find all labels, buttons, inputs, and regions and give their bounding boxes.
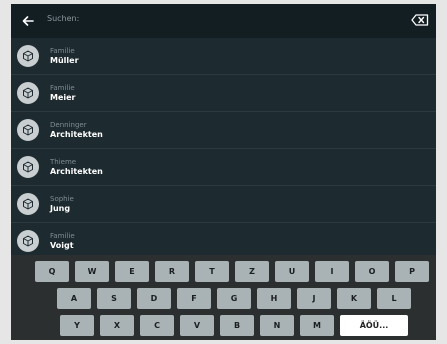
contact-first-name: Denninger (50, 121, 87, 129)
key-y[interactable]: Y (60, 315, 94, 336)
avatar (17, 82, 39, 104)
list-item[interactable]: Familie Müller (11, 38, 436, 75)
key-t[interactable]: T (195, 261, 229, 282)
list-item[interactable]: Familie Meier (11, 75, 436, 112)
key-p[interactable]: P (395, 261, 429, 282)
key-z[interactable]: Z (235, 261, 269, 282)
key-k[interactable]: K (337, 288, 371, 309)
key-a[interactable]: A (57, 288, 91, 309)
backspace-icon (411, 14, 429, 26)
contact-last-name: Architekten (50, 167, 103, 176)
key-l[interactable]: L (377, 288, 411, 309)
contact-last-name: Jung (50, 204, 71, 213)
key-i[interactable]: I (315, 261, 349, 282)
key-m[interactable]: M (300, 315, 334, 336)
key-f[interactable]: F (177, 288, 211, 309)
key-r[interactable]: R (155, 261, 189, 282)
key-u[interactable]: U (275, 261, 309, 282)
list-item[interactable]: Sophie Jung (11, 186, 436, 223)
contact-last-name: Architekten (50, 130, 103, 139)
back-button[interactable] (17, 11, 39, 31)
avatar (17, 230, 39, 252)
contact-list: Familie Müller Familie Meier Denninger A… (11, 38, 436, 259)
clear-button[interactable] (409, 12, 431, 28)
contact-first-name: Sophie (50, 195, 74, 203)
key-x[interactable]: X (100, 315, 134, 336)
list-item[interactable]: Thieme Architekten (11, 149, 436, 186)
arrow-left-icon (22, 16, 34, 26)
cube-icon (23, 87, 33, 99)
avatar (17, 119, 39, 141)
key-o[interactable]: O (355, 261, 389, 282)
key-h[interactable]: H (257, 288, 291, 309)
umlaut-key[interactable]: ÄÖÜ... (340, 315, 408, 336)
contact-first-name: Familie (50, 47, 75, 55)
contact-last-name: Müller (50, 56, 79, 65)
key-n[interactable]: N (260, 315, 294, 336)
cube-icon (23, 124, 33, 136)
app-screen: Suchen: Familie Müller Familie Meier Den… (11, 4, 436, 340)
key-v[interactable]: V (180, 315, 214, 336)
key-q[interactable]: Q (35, 261, 69, 282)
contact-last-name: Voigt (50, 241, 74, 250)
avatar (17, 45, 39, 67)
search-input[interactable]: Suchen: (47, 14, 79, 23)
key-e[interactable]: E (115, 261, 149, 282)
cube-icon (23, 161, 33, 173)
contact-last-name: Meier (50, 93, 76, 102)
cube-icon (23, 50, 33, 62)
avatar (17, 156, 39, 178)
key-d[interactable]: D (137, 288, 171, 309)
list-item[interactable]: Familie Voigt (11, 223, 436, 259)
key-c[interactable]: C (140, 315, 174, 336)
key-w[interactable]: W (75, 261, 109, 282)
avatar (17, 193, 39, 215)
cube-icon (23, 235, 33, 247)
contact-first-name: Familie (50, 84, 75, 92)
on-screen-keyboard: Q W E R T Z U I O P A S D F G H J K L Y … (11, 255, 436, 340)
key-b[interactable]: B (220, 315, 254, 336)
contact-first-name: Familie (50, 232, 75, 240)
key-s[interactable]: S (97, 288, 131, 309)
search-bar: Suchen: (11, 4, 436, 38)
cube-icon (23, 198, 33, 210)
key-g[interactable]: G (217, 288, 251, 309)
contact-first-name: Thieme (50, 158, 77, 166)
key-j[interactable]: J (297, 288, 331, 309)
list-item[interactable]: Denninger Architekten (11, 112, 436, 149)
